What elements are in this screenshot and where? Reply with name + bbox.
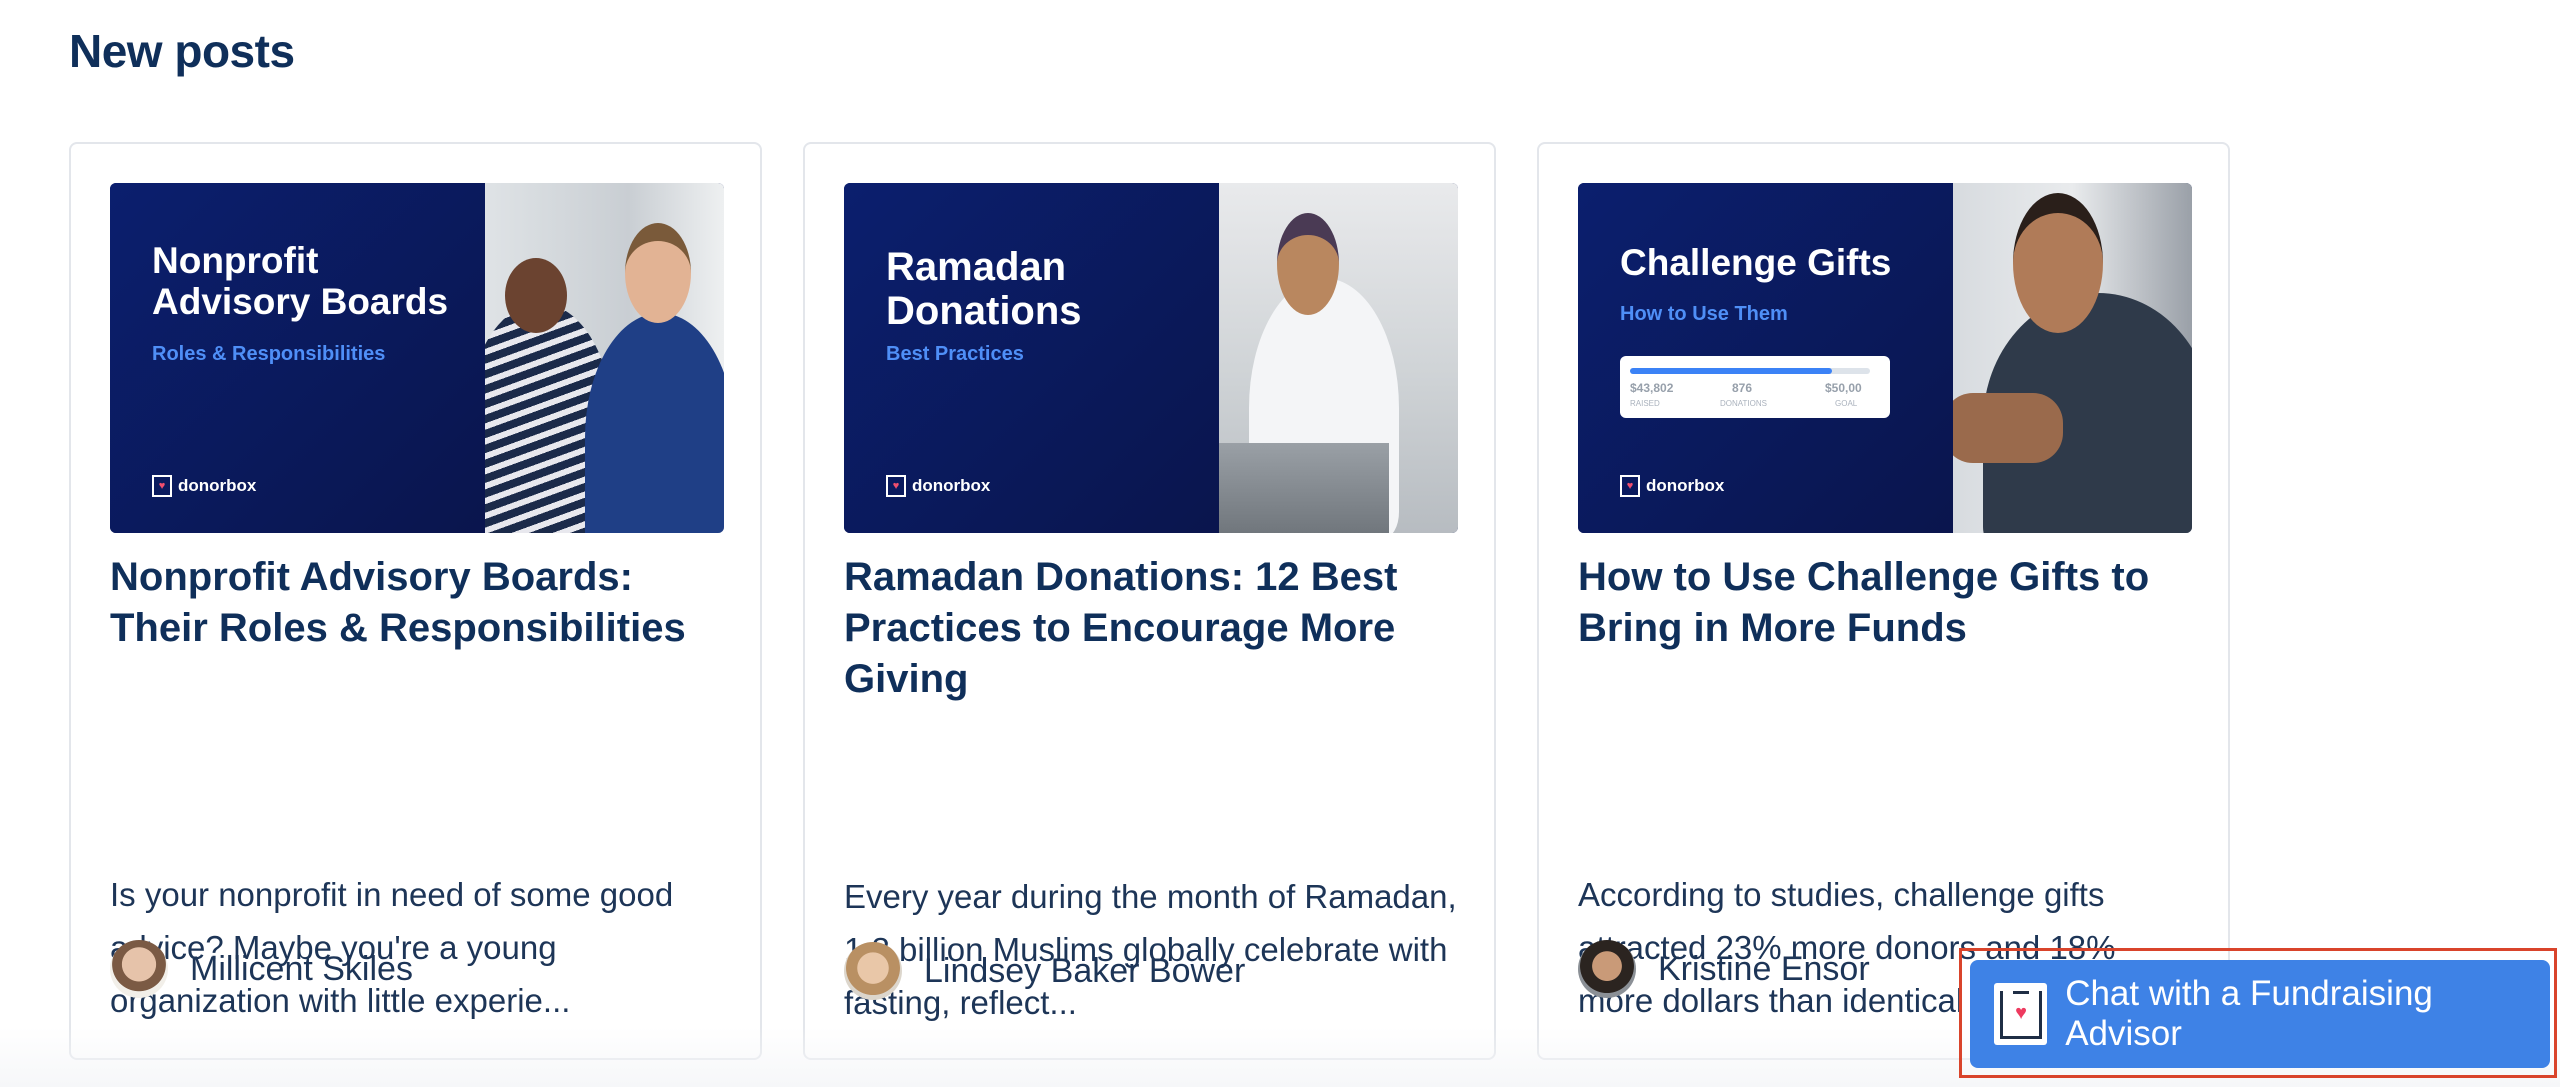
- post-author[interactable]: Millicent Skiles: [110, 940, 413, 998]
- brand-logo: ♥ donorbox: [1620, 475, 1724, 497]
- donations-label: DONATIONS: [1720, 399, 1767, 408]
- goal-amount: $50,00: [1825, 381, 1862, 395]
- donorbox-chat-icon: ♥: [1994, 983, 2048, 1045]
- raised-amount: $43,802: [1630, 381, 1674, 395]
- donorbox-logo-icon: ♥: [1620, 475, 1640, 497]
- brand-name: donorbox: [1646, 476, 1725, 495]
- post-card[interactable]: Ramadan Donations Best Practices ♥ donor…: [803, 142, 1496, 1060]
- author-name: Kristine Ensor: [1658, 949, 1870, 988]
- author-name: Millicent Skiles: [190, 949, 413, 988]
- post-thumbnail[interactable]: Ramadan Donations Best Practices ♥ donor…: [844, 183, 1458, 533]
- post-thumbnail[interactable]: Challenge Gifts How to Use Them $43,802 …: [1578, 183, 2192, 533]
- banner-photo: [485, 183, 724, 533]
- donation-progress-widget: $43,802 RAISED 876 DONATIONS $50,00 GOAL: [1620, 356, 1890, 418]
- banner-subtitle: Best Practices: [886, 343, 1024, 365]
- author-avatar: [844, 942, 902, 1000]
- chat-advisor-button[interactable]: ♥ Chat with a Fundraising Advisor: [1970, 960, 2550, 1068]
- post-title[interactable]: Ramadan Donations: 12 Best Practices to …: [844, 552, 1464, 705]
- post-card[interactable]: Nonprofit Advisory Boards Roles & Respon…: [69, 142, 762, 1060]
- banner-title: Ramadan Donations: [886, 245, 1082, 333]
- author-avatar: [1578, 940, 1636, 998]
- donorbox-logo-icon: ♥: [886, 475, 906, 497]
- banner-subtitle: How to Use Them: [1620, 303, 1788, 325]
- progress-fill: [1630, 368, 1832, 374]
- raised-label: RAISED: [1630, 399, 1660, 408]
- post-thumbnail[interactable]: Nonprofit Advisory Boards Roles & Respon…: [110, 183, 724, 533]
- banner-title: Nonprofit Advisory Boards: [152, 240, 449, 322]
- chat-button-label: Chat with a Fundraising Advisor: [2065, 974, 2433, 1053]
- post-author[interactable]: Kristine Ensor: [1578, 940, 1870, 998]
- post-card[interactable]: Challenge Gifts How to Use Them $43,802 …: [1537, 142, 2230, 1060]
- author-name: Lindsey Baker Bower: [924, 951, 1246, 990]
- banner-photo: [1219, 183, 1458, 533]
- progress-bar: [1630, 368, 1870, 374]
- donations-count: 876: [1732, 381, 1753, 395]
- donorbox-logo-icon: ♥: [152, 475, 172, 497]
- brand-name: donorbox: [178, 476, 257, 495]
- post-title[interactable]: How to Use Challenge Gifts to Bring in M…: [1578, 552, 2198, 654]
- brand-name: donorbox: [912, 476, 991, 495]
- post-author[interactable]: Lindsey Baker Bower: [844, 942, 1245, 1000]
- brand-logo: ♥ donorbox: [886, 475, 990, 497]
- goal-label: GOAL: [1835, 399, 1858, 408]
- author-avatar: [110, 940, 168, 998]
- banner-photo: [1953, 183, 2192, 533]
- section-heading: New posts: [69, 25, 295, 77]
- banner-subtitle: Roles & Responsibilities: [152, 343, 386, 365]
- banner-title: Challenge Gifts: [1620, 242, 1892, 283]
- brand-logo: ♥ donorbox: [152, 475, 256, 497]
- post-title[interactable]: Nonprofit Advisory Boards: Their Roles &…: [110, 552, 730, 654]
